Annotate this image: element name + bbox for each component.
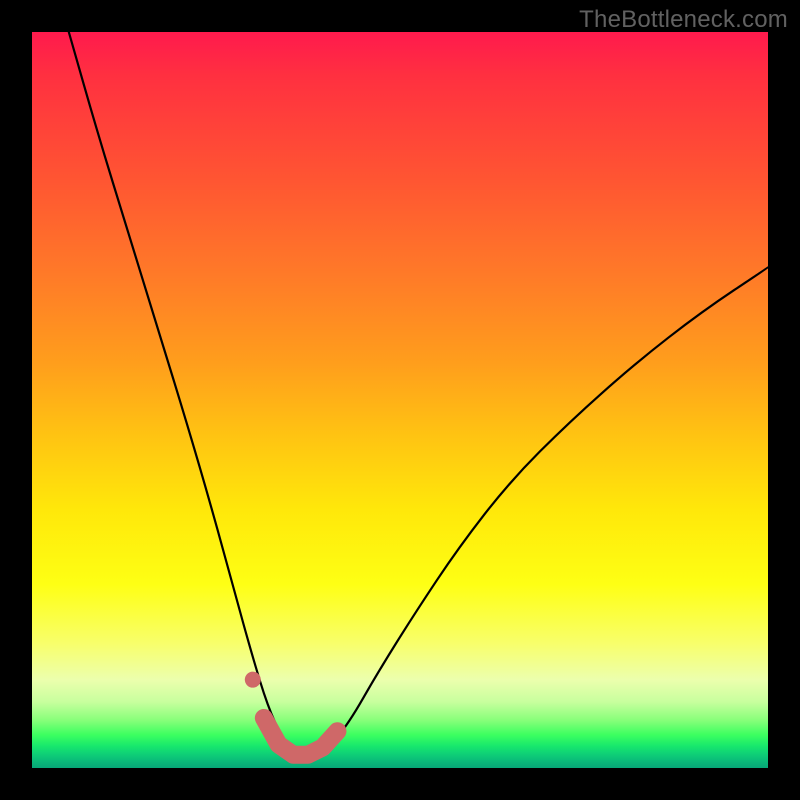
minimum-highlight (245, 672, 338, 755)
watermark-label: TheBottleneck.com (579, 6, 788, 34)
plot-area (32, 32, 768, 768)
chart-frame: TheBottleneck.com (0, 0, 800, 800)
curve-layer (32, 32, 768, 768)
bottleneck-curve (69, 32, 768, 757)
